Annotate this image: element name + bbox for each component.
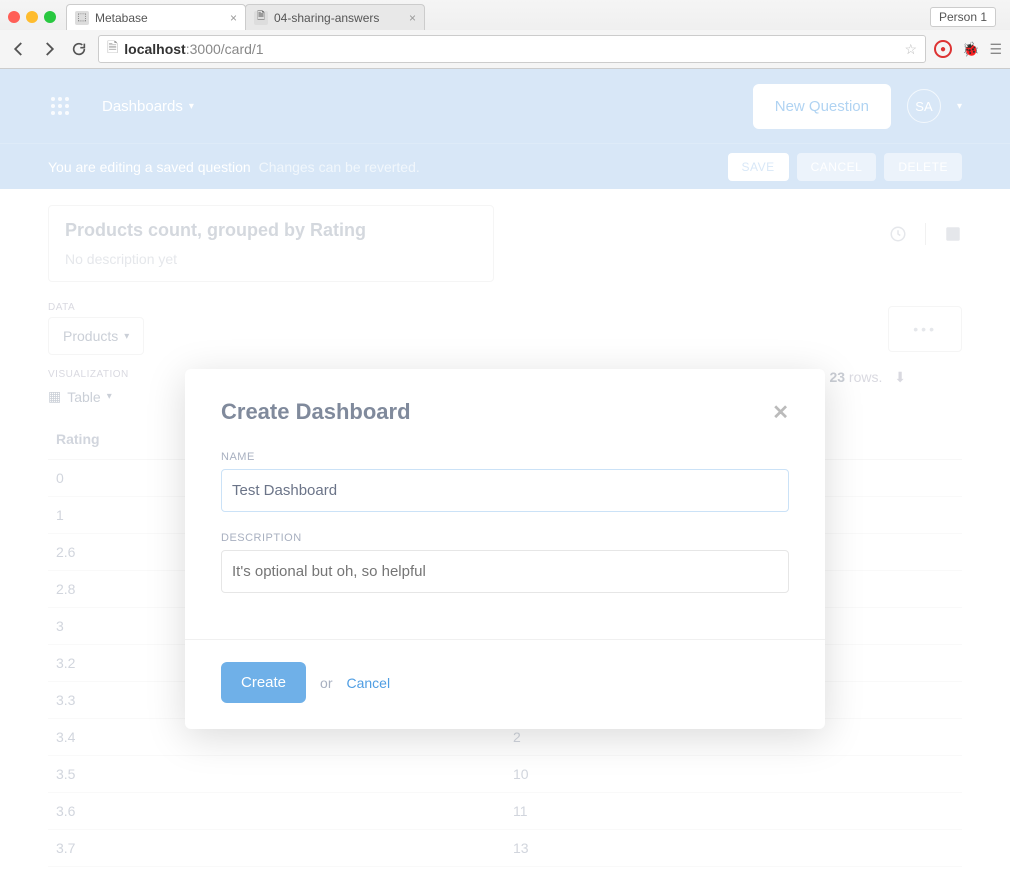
- table-row[interactable]: 3.611: [48, 793, 962, 830]
- metabase-logo-icon[interactable]: [48, 94, 72, 118]
- save-button[interactable]: SAVE: [728, 153, 789, 181]
- divider: [925, 223, 926, 245]
- browser-tab-inactive[interactable]: 🗎 04-sharing-answers ×: [245, 4, 425, 30]
- maximize-window-icon[interactable]: [44, 11, 56, 23]
- page-icon: 🗎: [107, 37, 118, 61]
- cancel-button[interactable]: CANCEL: [797, 153, 877, 181]
- favicon-icon: ⬚: [75, 11, 89, 25]
- minimize-window-icon[interactable]: [26, 11, 38, 23]
- chevron-down-icon: ▾: [107, 391, 112, 402]
- editing-message: You are editing a saved question: [48, 159, 251, 175]
- data-cell[interactable]: DATA Products ▾: [48, 302, 144, 355]
- dashboards-menu[interactable]: Dashboards ▾: [102, 98, 194, 115]
- editing-bar: You are editing a saved question Changes…: [0, 143, 1010, 189]
- name-label: NAME: [221, 451, 789, 463]
- visualization-selector[interactable]: VISUALIZATION ▦ Table ▾: [48, 369, 129, 409]
- table-cell: 3.5: [48, 756, 505, 793]
- reload-button[interactable]: [68, 38, 90, 60]
- close-window-icon[interactable]: [8, 11, 20, 23]
- description-input[interactable]: [221, 550, 789, 593]
- bookmark-icon[interactable]: ☆: [904, 41, 917, 58]
- create-button[interactable]: Create: [221, 662, 306, 703]
- address-bar[interactable]: 🗎 localhost:3000/card/1 ☆: [98, 35, 926, 63]
- history-icon[interactable]: [889, 225, 907, 243]
- close-tab-icon[interactable]: ×: [409, 11, 416, 25]
- modal-title: Create Dashboard: [221, 399, 411, 425]
- more-menu[interactable]: •••: [888, 306, 962, 352]
- table-icon: ▦: [48, 388, 61, 405]
- question-title: Products count, grouped by Rating: [65, 220, 477, 241]
- profile-badge[interactable]: Person 1: [930, 7, 996, 27]
- table-row[interactable]: 3.510: [48, 756, 962, 793]
- back-button[interactable]: [8, 38, 30, 60]
- tab-title: 04-sharing-answers: [274, 11, 379, 25]
- or-text: or: [320, 675, 332, 691]
- editing-hint: Changes can be reverted.: [259, 159, 420, 175]
- cancel-link[interactable]: Cancel: [346, 675, 390, 691]
- window-controls: [8, 11, 56, 23]
- delete-button[interactable]: DELETE: [884, 153, 962, 181]
- table-row[interactable]: 3.713: [48, 830, 962, 867]
- table-cell: 11: [505, 793, 962, 830]
- chevron-down-icon: ▾: [124, 331, 129, 342]
- tab-title: Metabase: [95, 11, 148, 25]
- adblock-icon[interactable]: ●: [934, 40, 952, 58]
- browser-chrome: ⬚ Metabase × 🗎 04-sharing-answers × Pers…: [0, 0, 1010, 69]
- description-label: DESCRIPTION: [221, 532, 789, 544]
- chevron-down-icon: ▾: [189, 101, 194, 112]
- file-icon: 🗎: [254, 11, 268, 25]
- browser-tab-active[interactable]: ⬚ Metabase ×: [66, 4, 246, 30]
- table-cell: 3.6: [48, 793, 505, 830]
- download-icon[interactable]: ⬇: [894, 369, 906, 385]
- bug-icon[interactable]: 🐞: [962, 41, 979, 58]
- question-description: No description yet: [65, 251, 477, 267]
- table-cell: 10: [505, 756, 962, 793]
- table-cell: 3.7: [48, 830, 505, 867]
- menu-icon[interactable]: ☰: [989, 41, 1002, 58]
- table-cell: 13: [505, 830, 962, 867]
- chevron-down-icon[interactable]: ▾: [957, 101, 962, 112]
- forward-button[interactable]: [38, 38, 60, 60]
- question-title-box[interactable]: Products count, grouped by Rating No des…: [48, 205, 494, 282]
- new-question-button[interactable]: New Question: [753, 84, 891, 129]
- app-header: Dashboards ▾ New Question SA ▾: [0, 69, 1010, 143]
- close-icon[interactable]: ✕: [772, 400, 789, 425]
- create-dashboard-modal: Create Dashboard ✕ NAME DESCRIPTION Crea…: [185, 369, 825, 729]
- name-input[interactable]: [221, 469, 789, 512]
- close-tab-icon[interactable]: ×: [230, 11, 237, 25]
- dashboard-icon[interactable]: [944, 225, 962, 243]
- user-avatar[interactable]: SA: [907, 89, 941, 123]
